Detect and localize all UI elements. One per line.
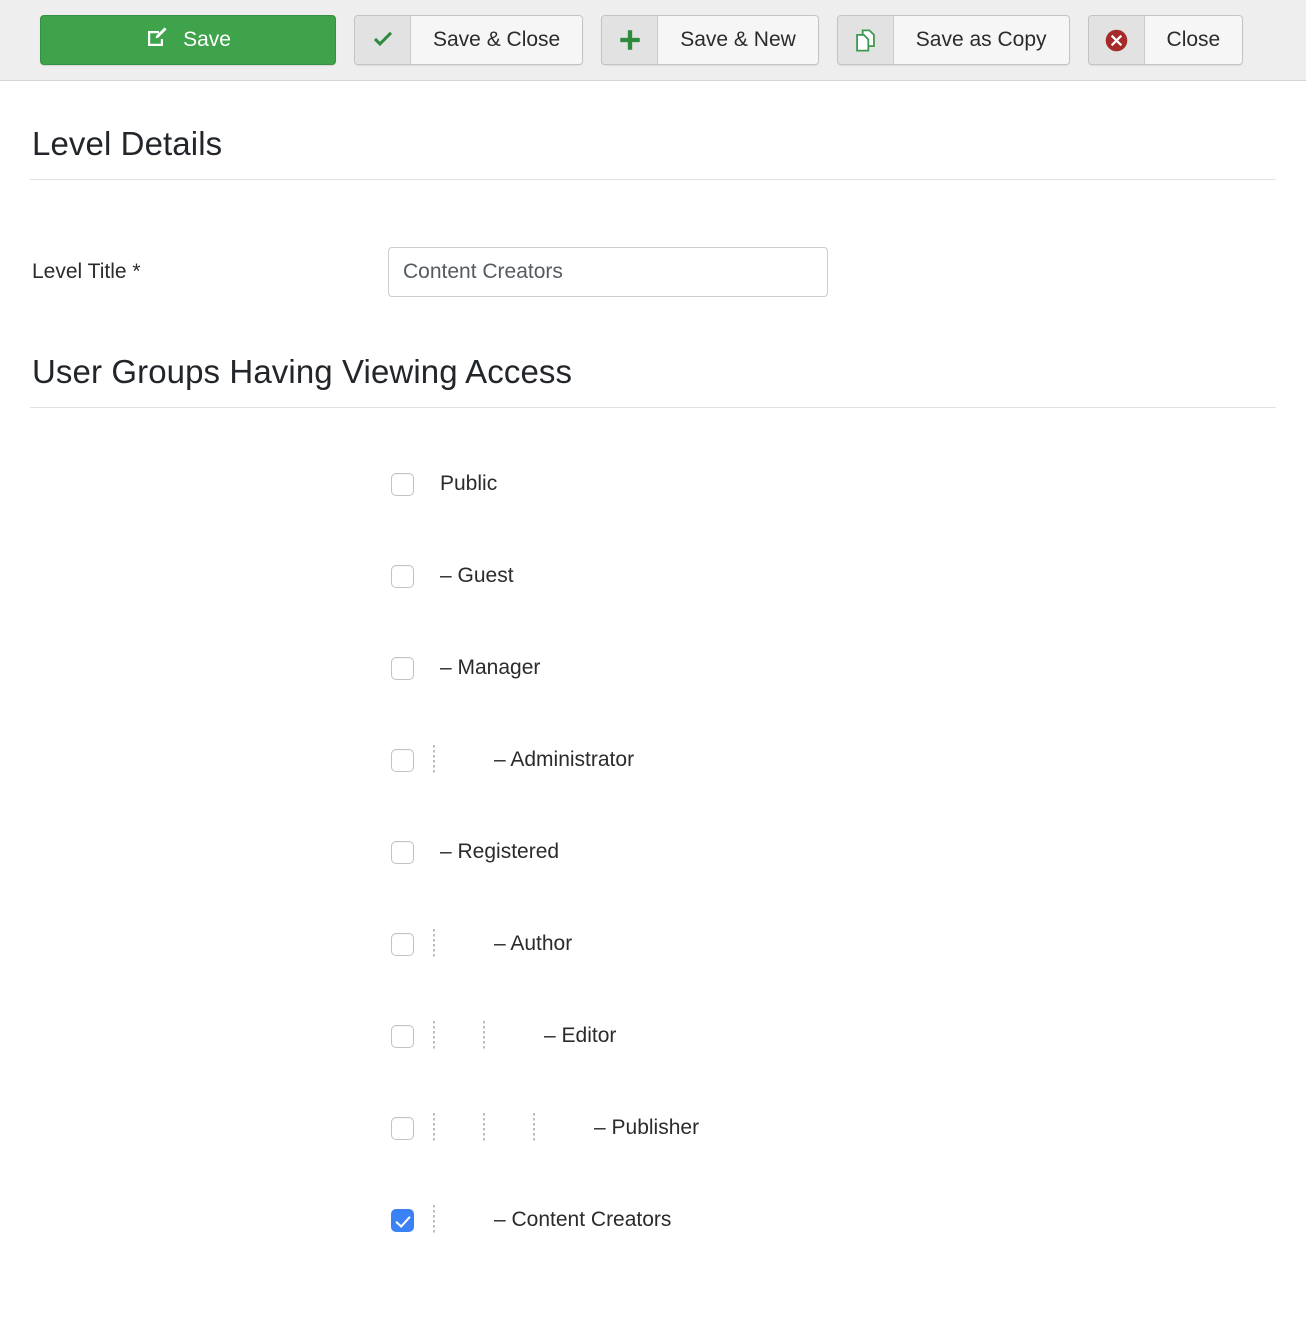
indent-guide-line xyxy=(414,743,464,777)
user-group-checkbox[interactable] xyxy=(391,1024,414,1048)
indent-guide-line xyxy=(414,1019,464,1053)
user-group-checkbox[interactable] xyxy=(391,1116,414,1140)
edit-pencil-square-icon xyxy=(145,25,169,55)
save-as-copy-label: Save as Copy xyxy=(893,16,1069,64)
close-circle-icon xyxy=(1088,16,1145,64)
user-group-checkbox[interactable] xyxy=(391,932,414,956)
user-group-row[interactable]: – Guest xyxy=(30,558,1276,594)
user-group-label: – Administrator xyxy=(494,748,635,771)
indent-guides xyxy=(414,927,464,961)
user-group-label: – Registered xyxy=(440,840,560,863)
level-title-field-row: Level Title * xyxy=(30,247,1276,297)
close-button-label: Close xyxy=(1144,16,1243,64)
user-group-row[interactable]: – Administrator xyxy=(30,742,1276,778)
level-details-heading: Level Details xyxy=(32,125,223,162)
save-button-label: Save xyxy=(183,28,231,51)
viewing-access-heading: User Groups Having Viewing Access xyxy=(32,353,573,390)
indent-guide-line xyxy=(514,1111,564,1145)
user-groups-tree: Public – Guest – Manager – Administrator – R… xyxy=(30,408,1276,1238)
user-group-row[interactable]: – Content Creators xyxy=(30,1202,1276,1238)
save-as-copy-button[interactable]: Save as Copy xyxy=(836,15,1070,65)
user-group-checkbox[interactable] xyxy=(391,840,414,864)
user-group-checkbox[interactable] xyxy=(391,1208,414,1232)
save-and-new-label: Save & New xyxy=(658,16,818,64)
save-and-close-button[interactable]: Save & Close xyxy=(354,15,584,65)
level-title-label: Level Title * xyxy=(32,260,141,283)
user-group-label: – Content Creators xyxy=(494,1208,672,1231)
indent-guide-line xyxy=(414,927,464,961)
user-group-label: – Author xyxy=(494,932,573,955)
level-details-divider xyxy=(30,179,1276,180)
user-group-row[interactable]: – Publisher xyxy=(30,1110,1276,1146)
indent-guide-line xyxy=(464,1111,514,1145)
indent-guides xyxy=(414,1203,464,1237)
editor-toolbar: Save Save & Close Save & New Save as Cop… xyxy=(0,0,1306,81)
indent-guides xyxy=(414,743,464,777)
user-group-checkbox[interactable] xyxy=(391,472,414,496)
user-group-row[interactable]: Public xyxy=(30,466,1276,502)
user-group-checkbox[interactable] xyxy=(391,656,414,680)
save-and-new-button[interactable]: Save & New xyxy=(601,15,819,65)
user-group-checkbox[interactable] xyxy=(391,564,414,588)
save-and-close-label: Save & Close xyxy=(411,16,583,64)
user-group-label: – Manager xyxy=(440,656,541,679)
save-button[interactable]: Save xyxy=(40,15,336,65)
user-group-label: – Publisher xyxy=(594,1116,700,1139)
user-group-row[interactable]: – Registered xyxy=(30,834,1276,870)
indent-guide-line xyxy=(464,1019,514,1053)
indent-guides xyxy=(414,1111,564,1145)
user-group-row[interactable]: – Author xyxy=(30,926,1276,962)
user-group-checkbox[interactable] xyxy=(391,748,414,772)
user-group-label: – Editor xyxy=(544,1024,617,1047)
form-content: Level Details Level Title * User Groups … xyxy=(0,81,1306,1238)
indent-guide-line xyxy=(414,1203,464,1237)
indent-guides xyxy=(414,1019,514,1053)
user-group-row[interactable]: – Editor xyxy=(30,1018,1276,1054)
indent-guide-line xyxy=(414,1111,464,1145)
level-title-input[interactable] xyxy=(388,247,828,297)
plus-icon xyxy=(602,16,659,64)
copy-documents-icon xyxy=(837,16,894,64)
close-button[interactable]: Close xyxy=(1087,15,1244,65)
check-icon xyxy=(355,16,411,64)
user-group-label: – Guest xyxy=(440,564,514,587)
user-group-row[interactable]: – Manager xyxy=(30,650,1276,686)
user-group-label: Public xyxy=(440,472,498,495)
